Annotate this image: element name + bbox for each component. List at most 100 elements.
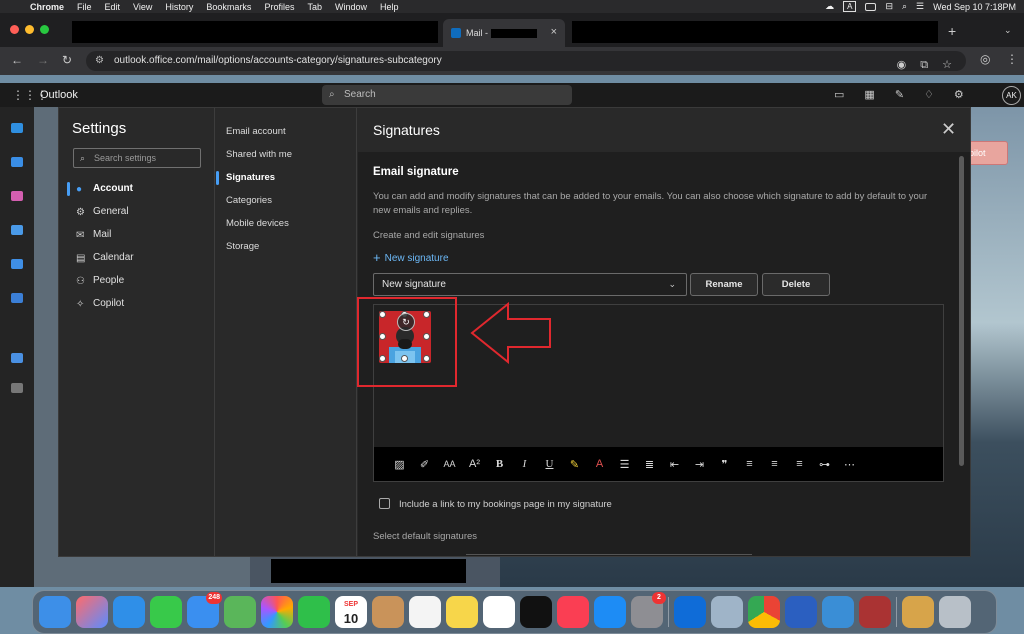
settings-search-input[interactable]: ⌕ Search settings	[73, 148, 201, 168]
dock-system-settings-icon[interactable]: 2	[631, 592, 666, 628]
category-general[interactable]: ⚙ General	[67, 204, 207, 227]
bookings-checkbox[interactable]	[379, 498, 390, 509]
subcategory-shared-with-me[interactable]: Shared with me	[216, 148, 357, 171]
format-painter-icon[interactable]: ✐	[412, 458, 437, 471]
dock-xcode-icon[interactable]	[822, 596, 854, 628]
dock-freeform-icon[interactable]	[483, 596, 515, 628]
input-source-indicator[interactable]: A	[843, 1, 857, 12]
bookmark-star-icon[interactable]: ☆	[942, 55, 952, 75]
menu-bookmarks[interactable]: Bookmarks	[206, 2, 251, 12]
menu-app-name[interactable]: Chrome	[30, 2, 64, 12]
dock-launchpad-icon[interactable]	[76, 596, 108, 628]
install-app-icon[interactable]: ⧉	[920, 55, 928, 75]
italic-icon[interactable]: I	[512, 458, 537, 470]
tab-search-chevron-icon[interactable]: ⌄	[1004, 25, 1012, 36]
dock-dictionary-icon[interactable]	[859, 596, 891, 628]
word-icon[interactable]: ▦	[864, 88, 874, 101]
dock-photos-icon[interactable]	[261, 596, 293, 628]
cloud-app-icon[interactable]	[11, 353, 23, 363]
back-arrow-icon[interactable]: ←	[11, 53, 23, 67]
category-mail[interactable]: ✉ Mail	[67, 227, 207, 250]
bold-icon[interactable]: B	[487, 458, 512, 470]
dock-reminders-icon[interactable]	[409, 596, 441, 628]
subcategory-storage[interactable]: Storage	[216, 240, 357, 263]
search-icon[interactable]: ⌕	[902, 1, 907, 12]
copilot-app-icon[interactable]	[11, 191, 23, 201]
dock-safari-icon[interactable]	[113, 596, 145, 628]
site-info-icon[interactable]: ⚙	[95, 51, 104, 71]
subcategory-mobile-devices[interactable]: Mobile devices	[216, 217, 357, 240]
category-copilot[interactable]: ✧ Copilot	[67, 296, 207, 319]
forward-arrow-icon[interactable]: →	[37, 53, 49, 67]
more-icon[interactable]: ⋯	[837, 458, 862, 471]
dock-facetime-icon[interactable]	[298, 596, 330, 628]
control-center-icon[interactable]: ☰	[916, 1, 924, 12]
menu-profiles[interactable]: Profiles	[264, 2, 294, 12]
tab-close-icon[interactable]: ×	[551, 26, 557, 38]
increase-indent-icon[interactable]: ⇥	[687, 458, 712, 471]
todo-app-icon[interactable]	[11, 259, 23, 269]
zoom-window-button[interactable]	[40, 25, 49, 34]
menu-view[interactable]: View	[133, 2, 152, 12]
onedrive-app-icon[interactable]	[11, 293, 23, 303]
subcategory-signatures[interactable]: Signatures	[216, 171, 357, 194]
dock-messages-icon[interactable]	[150, 596, 182, 628]
quote-icon[interactable]: ❞	[712, 458, 737, 471]
mail-app-icon[interactable]	[11, 123, 23, 133]
align-left-icon[interactable]: ≡	[737, 458, 762, 470]
link-icon[interactable]: ⊶	[812, 458, 837, 471]
profile-icon[interactable]: ◎	[980, 52, 990, 66]
signature-select[interactable]: New signature ⌄	[373, 273, 687, 296]
settings-scrollbar[interactable]	[959, 156, 964, 466]
dock-tv-icon[interactable]	[520, 596, 552, 628]
outlook-search-box[interactable]: ⌕ Search	[322, 85, 572, 105]
dock-music-icon[interactable]	[557, 596, 589, 628]
close-icon[interactable]: ✕	[941, 119, 956, 140]
subcategory-email-account[interactable]: Email account	[216, 125, 357, 148]
bell-icon[interactable]: ♢	[924, 88, 934, 101]
people-app-icon[interactable]	[11, 225, 23, 235]
underline-icon[interactable]: U	[537, 458, 562, 470]
dock-chrome-icon[interactable]	[748, 596, 780, 628]
numbering-icon[interactable]: ≣	[637, 458, 662, 471]
reload-icon[interactable]: ↻	[62, 53, 72, 67]
delete-button[interactable]: Delete	[762, 273, 830, 296]
minimize-window-button[interactable]	[25, 25, 34, 34]
menu-window[interactable]: Window	[335, 2, 367, 12]
dock-archive-icon[interactable]	[902, 596, 934, 628]
calendar-app-icon[interactable]	[11, 157, 23, 167]
align-center-icon[interactable]: ≡	[762, 458, 787, 470]
dock-contacts-icon[interactable]	[372, 596, 404, 628]
decrease-indent-icon[interactable]: ⇤	[662, 458, 687, 471]
eye-icon[interactable]: ◉	[897, 55, 907, 75]
feedback-icon[interactable]: ✎	[895, 88, 904, 101]
category-calendar[interactable]: ▤ Calendar	[67, 250, 207, 273]
dock-app-store-icon[interactable]	[594, 596, 626, 628]
subcategory-categories[interactable]: Categories	[216, 194, 357, 217]
avatar[interactable]: AK	[1002, 86, 1021, 105]
font-size-icon[interactable]: AA	[437, 459, 462, 469]
address-bar[interactable]: ⚙ outlook.office.com/mail/options/accoun…	[86, 51, 966, 71]
dock-onedrive-icon[interactable]	[674, 596, 706, 628]
align-right-icon[interactable]: ≡	[787, 458, 812, 470]
dock-maps-icon[interactable]	[224, 596, 256, 628]
dock-preview-icon[interactable]	[711, 596, 743, 628]
bullets-icon[interactable]: ☰	[612, 458, 637, 471]
menubar-clock[interactable]: Wed Sep 10 7:18PM	[933, 2, 1016, 12]
image-icon[interactable]: ▨	[387, 458, 412, 471]
menu-tab[interactable]: Tab	[307, 2, 322, 12]
signature-editor[interactable]: ↻ ▨ ✐ AA A² B I U ✎ A ☰ ≣ ⇤ ⇥ ❞ ≡ ≡ ≡ ⊶	[373, 304, 944, 482]
category-account[interactable]: ● Account	[67, 181, 207, 204]
highlight-icon[interactable]: ✎	[562, 458, 587, 471]
chrome-menu-icon[interactable]: ⋮	[1006, 52, 1018, 66]
new-signature-button[interactable]: + New signature	[373, 250, 449, 265]
menu-help[interactable]: Help	[380, 2, 399, 12]
meet-now-icon[interactable]: ▭	[834, 88, 844, 101]
dock-trash-icon[interactable]	[939, 596, 971, 628]
more-apps-icon[interactable]	[11, 383, 23, 393]
dock-mail-icon[interactable]: 248	[187, 592, 222, 628]
category-people[interactable]: ⚇ People	[67, 273, 207, 296]
superscript-icon[interactable]: A²	[462, 458, 487, 470]
new-tab-button[interactable]: +	[948, 23, 956, 39]
close-window-button[interactable]	[10, 25, 19, 34]
